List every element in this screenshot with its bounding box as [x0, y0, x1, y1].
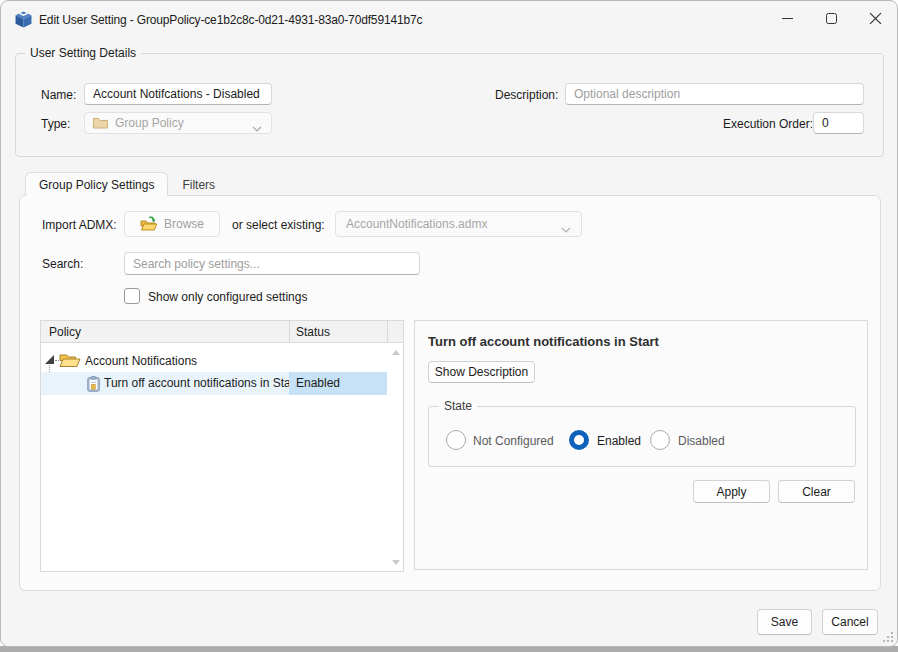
search-label: Search:	[42, 257, 83, 271]
folder-icon	[93, 117, 108, 129]
edit-user-setting-window: Edit User Setting - GroupPolicy-ce1b2c8c…	[0, 0, 898, 647]
tree-expander-icon[interactable]	[45, 355, 54, 364]
show-description-button[interactable]: Show Description	[428, 361, 535, 383]
tree-policy-status-cell[interactable]: Enabled	[289, 372, 387, 395]
user-setting-details-legend: User Setting Details	[25, 46, 141, 60]
group-policy-tab-panel: Import ADMX: Browse or select existing: …	[19, 195, 881, 591]
tree-header: Policy Status	[41, 321, 403, 343]
policy-detail-title: Turn off account notifications in Start	[428, 334, 659, 349]
or-select-existing-label: or select existing:	[232, 218, 325, 232]
execution-order-input[interactable]	[813, 112, 864, 134]
search-input[interactable]	[124, 252, 420, 275]
window-title: Edit User Setting - GroupPolicy-ce1b2c8c…	[39, 13, 422, 27]
minimize-icon	[782, 18, 793, 19]
save-button[interactable]: Save	[757, 609, 812, 635]
show-configured-checkbox[interactable]	[124, 288, 140, 304]
admx-select[interactable]: AccountNotifications.admx	[335, 211, 582, 237]
open-folder-icon	[59, 352, 81, 372]
column-separator[interactable]	[289, 321, 290, 343]
radio-not-configured[interactable]	[446, 430, 466, 450]
type-select[interactable]: Group Policy	[84, 112, 272, 134]
user-setting-details-group	[15, 53, 884, 157]
tab-strip: Group Policy Settings Filters	[25, 172, 229, 196]
tree-policy-label[interactable]: Turn off account notifications in Sta	[104, 372, 289, 395]
app-icon	[15, 11, 32, 28]
scrollbar-up-icon[interactable]	[392, 350, 400, 355]
status-column-header[interactable]: Status	[296, 325, 330, 339]
maximize-button[interactable]	[809, 1, 853, 35]
radio-disabled[interactable]	[650, 430, 670, 450]
description-label: Description:	[495, 88, 558, 102]
tree-row-policy[interactable]: Turn off account notifications in Sta En…	[41, 372, 387, 395]
chevron-down-icon	[252, 121, 262, 135]
show-configured-label: Show only configured settings	[148, 290, 307, 304]
radio-enabled[interactable]	[569, 430, 589, 450]
tab-group-policy-settings[interactable]: Group Policy Settings	[25, 172, 168, 196]
type-label: Type:	[41, 117, 70, 131]
type-select-value: Group Policy	[115, 116, 184, 130]
close-icon	[869, 12, 882, 25]
state-legend: State	[439, 399, 477, 413]
execution-order-label: Execution Order:	[723, 117, 813, 131]
folder-import-icon	[140, 216, 158, 232]
radio-enabled-label[interactable]: Enabled	[597, 434, 641, 448]
minimize-button[interactable]	[765, 1, 809, 35]
tree-row-root[interactable]: Account Notifications	[41, 349, 387, 372]
apply-button[interactable]: Apply	[693, 480, 770, 503]
name-label: Name:	[41, 88, 76, 102]
maximize-icon	[826, 13, 837, 24]
policy-detail-panel: Turn off account notifications in Start …	[414, 320, 868, 570]
policy-clipboard-icon	[87, 376, 100, 395]
clear-button[interactable]: Clear	[778, 480, 855, 503]
browse-button-label: Browse	[164, 217, 204, 231]
cancel-button[interactable]: Cancel	[822, 609, 878, 635]
radio-not-configured-label[interactable]: Not Configured	[473, 434, 554, 448]
name-input[interactable]	[84, 83, 272, 105]
resize-grip[interactable]	[883, 632, 893, 642]
close-button[interactable]	[853, 1, 897, 35]
admx-select-value: AccountNotifications.admx	[346, 217, 487, 231]
tab-filters[interactable]: Filters	[168, 172, 229, 196]
policy-tree-panel: Policy Status Account Notificat	[40, 320, 404, 572]
scrollbar-down-icon[interactable]	[392, 560, 400, 565]
import-admx-label: Import ADMX:	[42, 218, 117, 232]
column-separator	[387, 321, 388, 343]
browse-button[interactable]: Browse	[124, 211, 220, 237]
description-input[interactable]	[565, 83, 864, 105]
titlebar[interactable]: Edit User Setting - GroupPolicy-ce1b2c8c…	[1, 1, 897, 37]
tree-root-label[interactable]: Account Notifications	[85, 354, 197, 368]
radio-disabled-label[interactable]: Disabled	[678, 434, 725, 448]
chevron-down-icon	[561, 222, 571, 236]
screen: Edit User Setting - GroupPolicy-ce1b2c8c…	[0, 0, 898, 652]
policy-column-header[interactable]: Policy	[49, 325, 81, 339]
